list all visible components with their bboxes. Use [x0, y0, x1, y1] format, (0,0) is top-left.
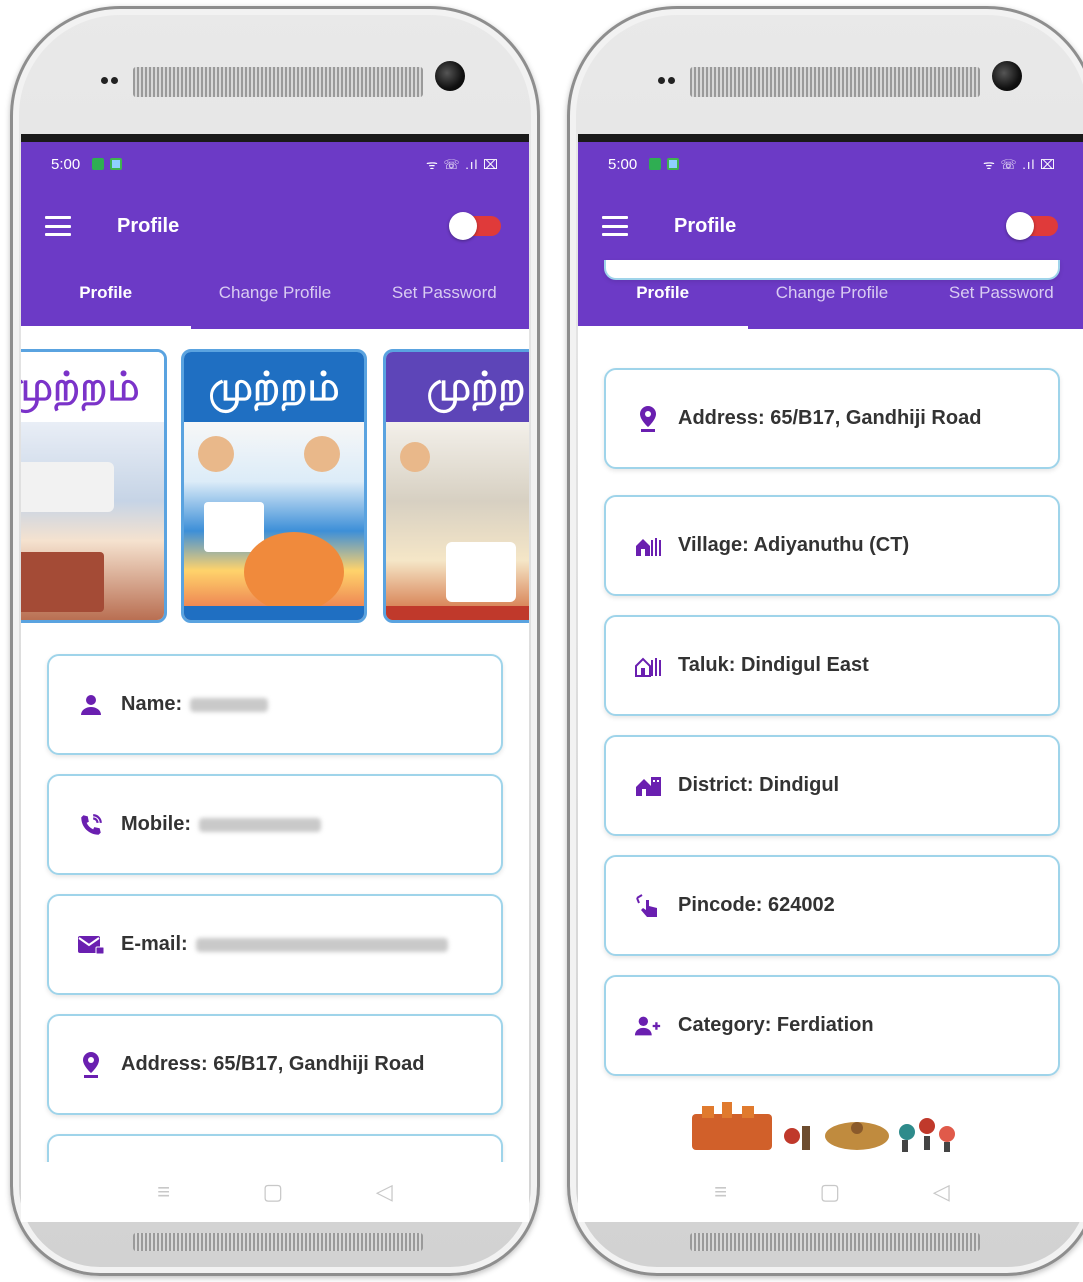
magazine-title: முற்றம்: [208, 363, 340, 410]
status-icons: ᯤ ☏ .ıl ⌧: [425, 157, 499, 172]
status-icons: ᯤ ☏ .ıl ⌧: [982, 157, 1056, 172]
tab-bar: Profile Change Profile Set Password: [21, 266, 529, 329]
home-button[interactable]: ▢: [820, 1179, 841, 1205]
name-value-redacted: [190, 697, 269, 712]
category-card: Category: Ferdiation: [604, 975, 1060, 1076]
home-button[interactable]: ▢: [263, 1179, 284, 1205]
tab-profile[interactable]: Profile: [21, 266, 190, 329]
system-nav-bar: ≡ ▢ ◁: [21, 1162, 529, 1222]
theme-toggle[interactable]: [1006, 212, 1058, 240]
village-icon: [634, 532, 662, 560]
mobile-value-redacted: [199, 817, 321, 832]
email-lock-icon: [77, 931, 105, 959]
pincode-card: Pincode: 624002: [604, 855, 1060, 956]
bottom-speaker-grille: [133, 1233, 423, 1251]
address-card: Address: 65/B17, Gandhiji Road: [47, 1014, 503, 1115]
magazine-title: முற்றம்: [21, 363, 140, 410]
toggle-knob: [1006, 212, 1034, 240]
recent-apps-button[interactable]: ≡: [157, 1179, 170, 1205]
notification-icon: [110, 158, 123, 170]
previous-card-partial: [604, 260, 1060, 280]
district-card: District: Dindigul: [604, 735, 1060, 836]
address-text: Address: 65/B17, Gandhiji Road: [678, 407, 982, 429]
app-bar: 5:00 ᯤ ☏ .ıl ⌧ Profile Profile Change Pr…: [578, 142, 1083, 329]
theme-toggle[interactable]: [449, 212, 501, 240]
phone-frame-left: 5:00 ᯤ ☏ .ıl ⌧ Profile Profile Change Pr…: [10, 6, 540, 1276]
district-icon: [634, 772, 662, 800]
location-pin-icon: [77, 1051, 105, 1079]
tab-set-password[interactable]: Set Password: [360, 266, 529, 329]
earpiece-grille: [133, 67, 423, 97]
notification-icon: [649, 158, 662, 170]
pincode-text: Pincode: 624002: [678, 894, 835, 916]
magazine-carousel[interactable]: முற்றம் முற்றம் முற்ற: [21, 329, 529, 624]
system-nav-bar: ≡ ▢ ◁: [578, 1162, 1083, 1222]
phone-frame-right: 5:00 ᯤ ☏ .ıl ⌧ Profile Profile Change Pr…: [567, 6, 1083, 1276]
sensor-dot: [668, 77, 675, 84]
mobile-card: Mobile:: [47, 774, 503, 875]
app-bar: 5:00 ᯤ ☏ .ıl ⌧ Profile Profile Change Pr…: [21, 142, 529, 329]
taluk-card: Taluk: Dindigul East: [604, 615, 1060, 716]
email-card: E-mail:: [47, 894, 503, 995]
screen-right: 5:00 ᯤ ☏ .ıl ⌧ Profile Profile Change Pr…: [578, 134, 1083, 1222]
magazine-title: முற்ற: [426, 363, 526, 410]
address-text: Address: 65/B17, Gandhiji Road: [121, 1053, 425, 1075]
toolbar: Profile: [21, 186, 529, 266]
name-card: Name:: [47, 654, 503, 755]
location-pin-icon: [634, 405, 662, 433]
tab-indicator: [578, 326, 748, 329]
email-label: E-mail:: [121, 933, 188, 955]
village-card: Village: Adiyanuthu (CT): [604, 495, 1060, 596]
district-text: District: Dindigul: [678, 774, 840, 796]
category-text: Category: Ferdiation: [678, 1014, 874, 1036]
name-label: Name:: [121, 693, 183, 715]
hamburger-menu-icon[interactable]: [45, 216, 71, 236]
notification-icon: [92, 158, 105, 170]
screen-left: 5:00 ᯤ ☏ .ıl ⌧ Profile Profile Change Pr…: [21, 134, 529, 1222]
magazine-cover[interactable]: முற்ற: [383, 349, 529, 623]
add-user-icon: [634, 1012, 662, 1040]
magazine-cover[interactable]: முற்றம்: [181, 349, 367, 623]
pincode-touch-icon: [634, 892, 662, 920]
recent-apps-button[interactable]: ≡: [714, 1179, 727, 1205]
taluk-icon: [634, 652, 662, 680]
front-camera: [992, 61, 1022, 91]
status-time: 5:00: [51, 155, 81, 173]
email-value-redacted: [195, 937, 448, 952]
toolbar: Profile: [578, 186, 1083, 266]
back-button[interactable]: ◁: [933, 1179, 950, 1205]
status-bar: 5:00 ᯤ ☏ .ıl ⌧: [578, 142, 1083, 186]
page-title: Profile: [117, 214, 180, 237]
hamburger-menu-icon[interactable]: [602, 216, 628, 236]
status-bar: 5:00 ᯤ ☏ .ıl ⌧: [21, 142, 529, 186]
sensor-dot: [111, 77, 118, 84]
back-button[interactable]: ◁: [376, 1179, 393, 1205]
person-icon: [77, 691, 105, 719]
sensor-dot: [101, 77, 108, 84]
bottom-speaker-grille: [690, 1233, 980, 1251]
phone-call-icon: [77, 811, 105, 839]
tab-change-profile[interactable]: Change Profile: [190, 266, 359, 329]
notification-icon: [667, 158, 680, 170]
sensor-dot: [658, 77, 665, 84]
earpiece-grille: [690, 67, 980, 97]
mobile-label: Mobile:: [121, 813, 191, 835]
page-title: Profile: [674, 214, 737, 237]
taluk-text: Taluk: Dindigul East: [678, 654, 869, 676]
front-camera: [435, 61, 465, 91]
magazine-cover[interactable]: முற்றம்: [21, 349, 167, 623]
address-card: Address: 65/B17, Gandhiji Road: [604, 368, 1060, 469]
festival-banner-illustration: [578, 1090, 1083, 1162]
toggle-knob: [449, 212, 477, 240]
status-time: 5:00: [608, 155, 638, 173]
village-text: Village: Adiyanuthu (CT): [678, 534, 910, 556]
